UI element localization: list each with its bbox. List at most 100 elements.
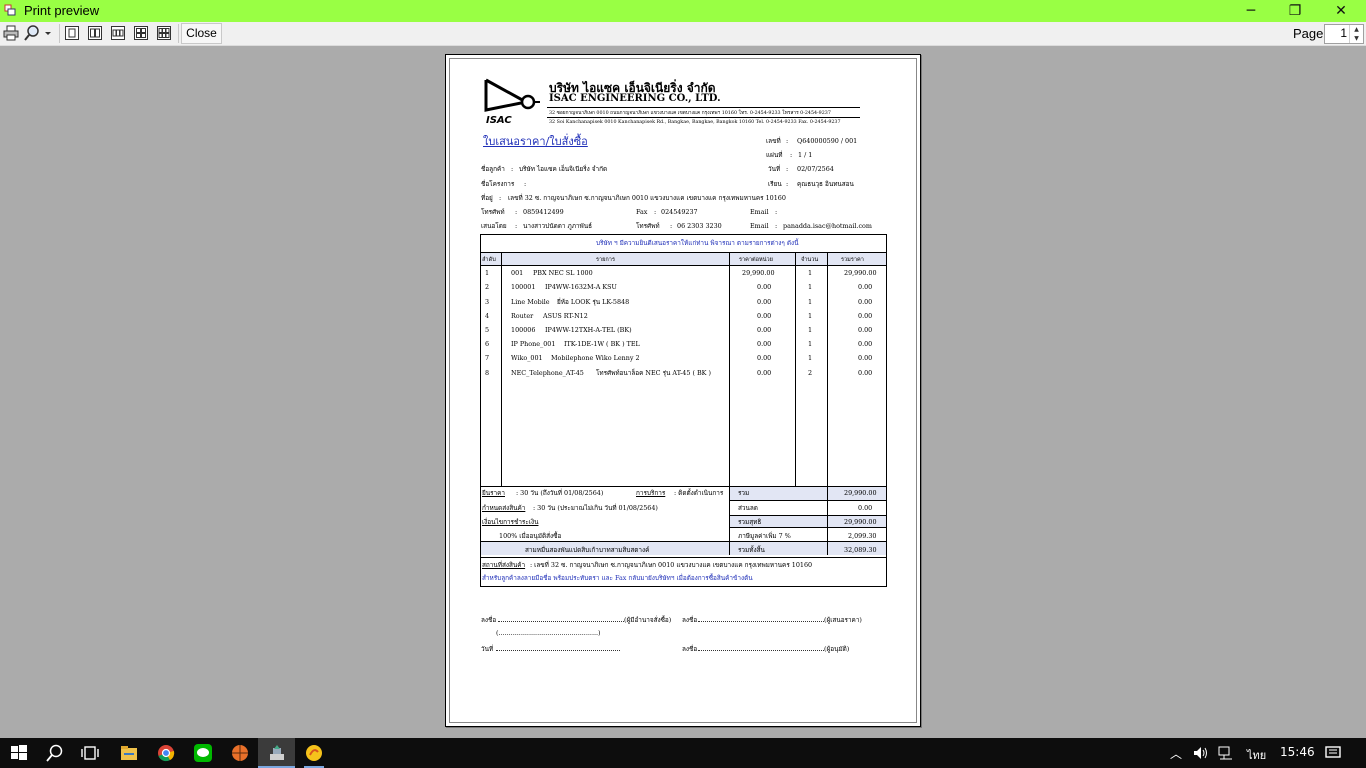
installer-icon[interactable] bbox=[267, 743, 287, 763]
windows-start-icon[interactable] bbox=[9, 743, 29, 763]
payment-label: เงื่อนไขการชำระเงิน bbox=[482, 518, 539, 526]
row-code: IP Phone_001 bbox=[511, 340, 556, 348]
vat-label: ภาษีมูลค่าเพิ่ม 7 % bbox=[738, 532, 791, 540]
row-qty: 1 bbox=[808, 354, 813, 362]
row-total: 0.00 bbox=[858, 340, 873, 348]
delivery-label: กำหนดส่งสินค้า bbox=[482, 504, 526, 512]
zoom-dropdown[interactable] bbox=[24, 25, 54, 42]
buyer-caption: (ผู้มีอำนาจสั่งซื้อ) bbox=[624, 616, 672, 624]
row-no: 2 bbox=[485, 283, 490, 291]
chrome-icon[interactable] bbox=[156, 743, 176, 763]
row-qty: 1 bbox=[808, 340, 813, 348]
offer-phone-value: 06 2303 3230 bbox=[677, 222, 722, 230]
one-page-button[interactable] bbox=[64, 25, 80, 42]
row-code: NEC_Telephone_AT-45 bbox=[511, 369, 584, 377]
sign-label-buyer: ลงชื่อ bbox=[481, 616, 497, 624]
payment-text: 100% เมื่ออนุมัติสั่งซื้อ bbox=[499, 532, 562, 540]
company-address-en: 32 Soi Kanchanapisek 0010 Kanchanapisek … bbox=[549, 120, 841, 125]
app-icon[interactable] bbox=[304, 743, 324, 763]
row-price: 0.00 bbox=[757, 312, 772, 320]
row-code: 001 bbox=[511, 269, 524, 277]
notifications-icon[interactable] bbox=[1325, 746, 1341, 760]
toolbar-separator bbox=[178, 24, 179, 43]
tray-overflow-chevron-icon[interactable]: ︿ bbox=[1170, 745, 1182, 762]
row-total: 0.00 bbox=[858, 369, 873, 377]
window-title: Print preview bbox=[24, 3, 100, 18]
delivery-text: : 30 วัน (ประมาณไม่เกิน วันที่ 01/08/256… bbox=[533, 504, 658, 512]
close-preview-button[interactable]: Close bbox=[181, 23, 222, 44]
offered-by-value: นางสาวปนัดดา ภูภาพันธ์ bbox=[523, 222, 592, 230]
one-page-icon bbox=[65, 26, 79, 40]
intro-text: บริษัท ฯ มีความยินดีเสนอราคาให้แก่ท่าน พ… bbox=[596, 239, 799, 247]
file-explorer-icon[interactable] bbox=[119, 743, 139, 763]
row-no: 7 bbox=[485, 354, 490, 362]
table-rule bbox=[729, 515, 886, 516]
offerer-caption: (ผู้เสนอราคา) bbox=[824, 616, 862, 624]
three-pages-icon bbox=[111, 26, 125, 40]
attention-value: คุณธนวุธ อินทนสอน bbox=[797, 180, 854, 188]
row-code: Line Mobile bbox=[511, 298, 550, 306]
ship-text: : เลขที่ 32 ซ. กาญจนาภิเษก ซ.กาญจนาภิเษก… bbox=[530, 561, 813, 569]
row-price: 0.00 bbox=[757, 326, 772, 334]
doc-number: Q640000590 / 001 bbox=[797, 137, 858, 145]
table-rule bbox=[729, 527, 886, 528]
address-value: เลขที่ 32 ซ. กาญจนาภิเษก ซ.กาญจนาภิเษก 0… bbox=[508, 194, 786, 202]
buyer-name-blank: (.......................................… bbox=[496, 629, 601, 637]
fax-label: Fax bbox=[636, 208, 648, 216]
amount-in-words: สามหมื่นสองพันแปดสิบเก้าบาทสามสิบสตางค์ bbox=[525, 546, 650, 554]
price-valid-text: : 30 วัน (ถึงวันที่ 01/08/2564) bbox=[516, 489, 604, 497]
four-pages-button[interactable] bbox=[133, 25, 149, 42]
fax-value: 024549237 bbox=[661, 208, 698, 216]
table-col-line bbox=[795, 252, 796, 486]
basketball-app-icon[interactable] bbox=[230, 743, 250, 763]
row-desc: Mobilephone Wiko Lenny 2 bbox=[551, 354, 640, 362]
row-total: 29,990.00 bbox=[844, 269, 877, 277]
row-code: 100001 bbox=[511, 283, 536, 291]
table-col-line bbox=[729, 252, 730, 555]
three-pages-button[interactable] bbox=[110, 25, 126, 42]
row-qty: 2 bbox=[808, 369, 813, 377]
two-pages-button[interactable] bbox=[87, 25, 103, 42]
page-number-spinner[interactable]: 1 ▲ ▼ bbox=[1324, 24, 1364, 44]
spinner-arrows-icon[interactable]: ▲ ▼ bbox=[1349, 25, 1363, 43]
sign-label-offerer: ลงชื่อ bbox=[682, 616, 698, 624]
taskbar: ︿ ไทย 15:46 bbox=[0, 738, 1366, 768]
col-header-no: ลำดับ bbox=[482, 257, 496, 263]
task-view-icon[interactable] bbox=[80, 743, 100, 763]
language-indicator[interactable]: ไทย bbox=[1247, 746, 1266, 764]
network-icon[interactable] bbox=[1218, 746, 1234, 760]
net-value: 29,990.00 bbox=[844, 518, 877, 526]
zoom-icon bbox=[24, 25, 51, 41]
approver-caption: (ผู้อนุมัติ) bbox=[824, 645, 850, 653]
document-title: ใบเสนอราคา/ใบสั่งซื้อ bbox=[483, 135, 588, 148]
print-button[interactable] bbox=[3, 25, 19, 42]
row-qty: 1 bbox=[808, 283, 813, 291]
clock-time[interactable]: 15:46 bbox=[1280, 745, 1315, 759]
date-label-sign: วันที่ bbox=[481, 645, 494, 653]
print-icon bbox=[3, 25, 19, 41]
vat-value: 2,099.30 bbox=[848, 532, 877, 540]
minimize-button[interactable]: ─ bbox=[1228, 0, 1274, 22]
col-header-total: รวมราคา bbox=[841, 257, 864, 263]
line-icon[interactable] bbox=[193, 743, 213, 763]
offer-phone-label: โทรศัพท์ bbox=[636, 222, 660, 230]
row-no: 8 bbox=[485, 369, 490, 377]
customer-value: บริษัท ไอแซค เอ็นจิเนียริ่ง จำกัด bbox=[519, 165, 608, 173]
row-price: 0.00 bbox=[757, 283, 772, 291]
row-qty: 1 bbox=[808, 312, 813, 320]
title-bar: Print preview ─ ❐ ✕ bbox=[0, 0, 1366, 22]
phone-label: โทรศัพท์ bbox=[481, 208, 505, 216]
sign-label-approver: ลงชื่อ bbox=[682, 645, 698, 653]
search-icon[interactable] bbox=[45, 743, 65, 763]
sheet-label: แผ่นที่ bbox=[766, 151, 783, 159]
row-desc: ASUS RT-N12 bbox=[543, 312, 588, 320]
page-number-value: 1 bbox=[1340, 26, 1347, 40]
close-window-button[interactable]: ✕ bbox=[1318, 0, 1364, 22]
sign-line bbox=[698, 650, 824, 651]
volume-icon[interactable] bbox=[1193, 746, 1209, 760]
service-label: การบริการ bbox=[636, 489, 666, 497]
maximize-button[interactable]: ❐ bbox=[1272, 0, 1318, 22]
table-rule bbox=[481, 541, 886, 542]
row-total: 0.00 bbox=[858, 312, 873, 320]
six-pages-button[interactable] bbox=[156, 25, 172, 42]
